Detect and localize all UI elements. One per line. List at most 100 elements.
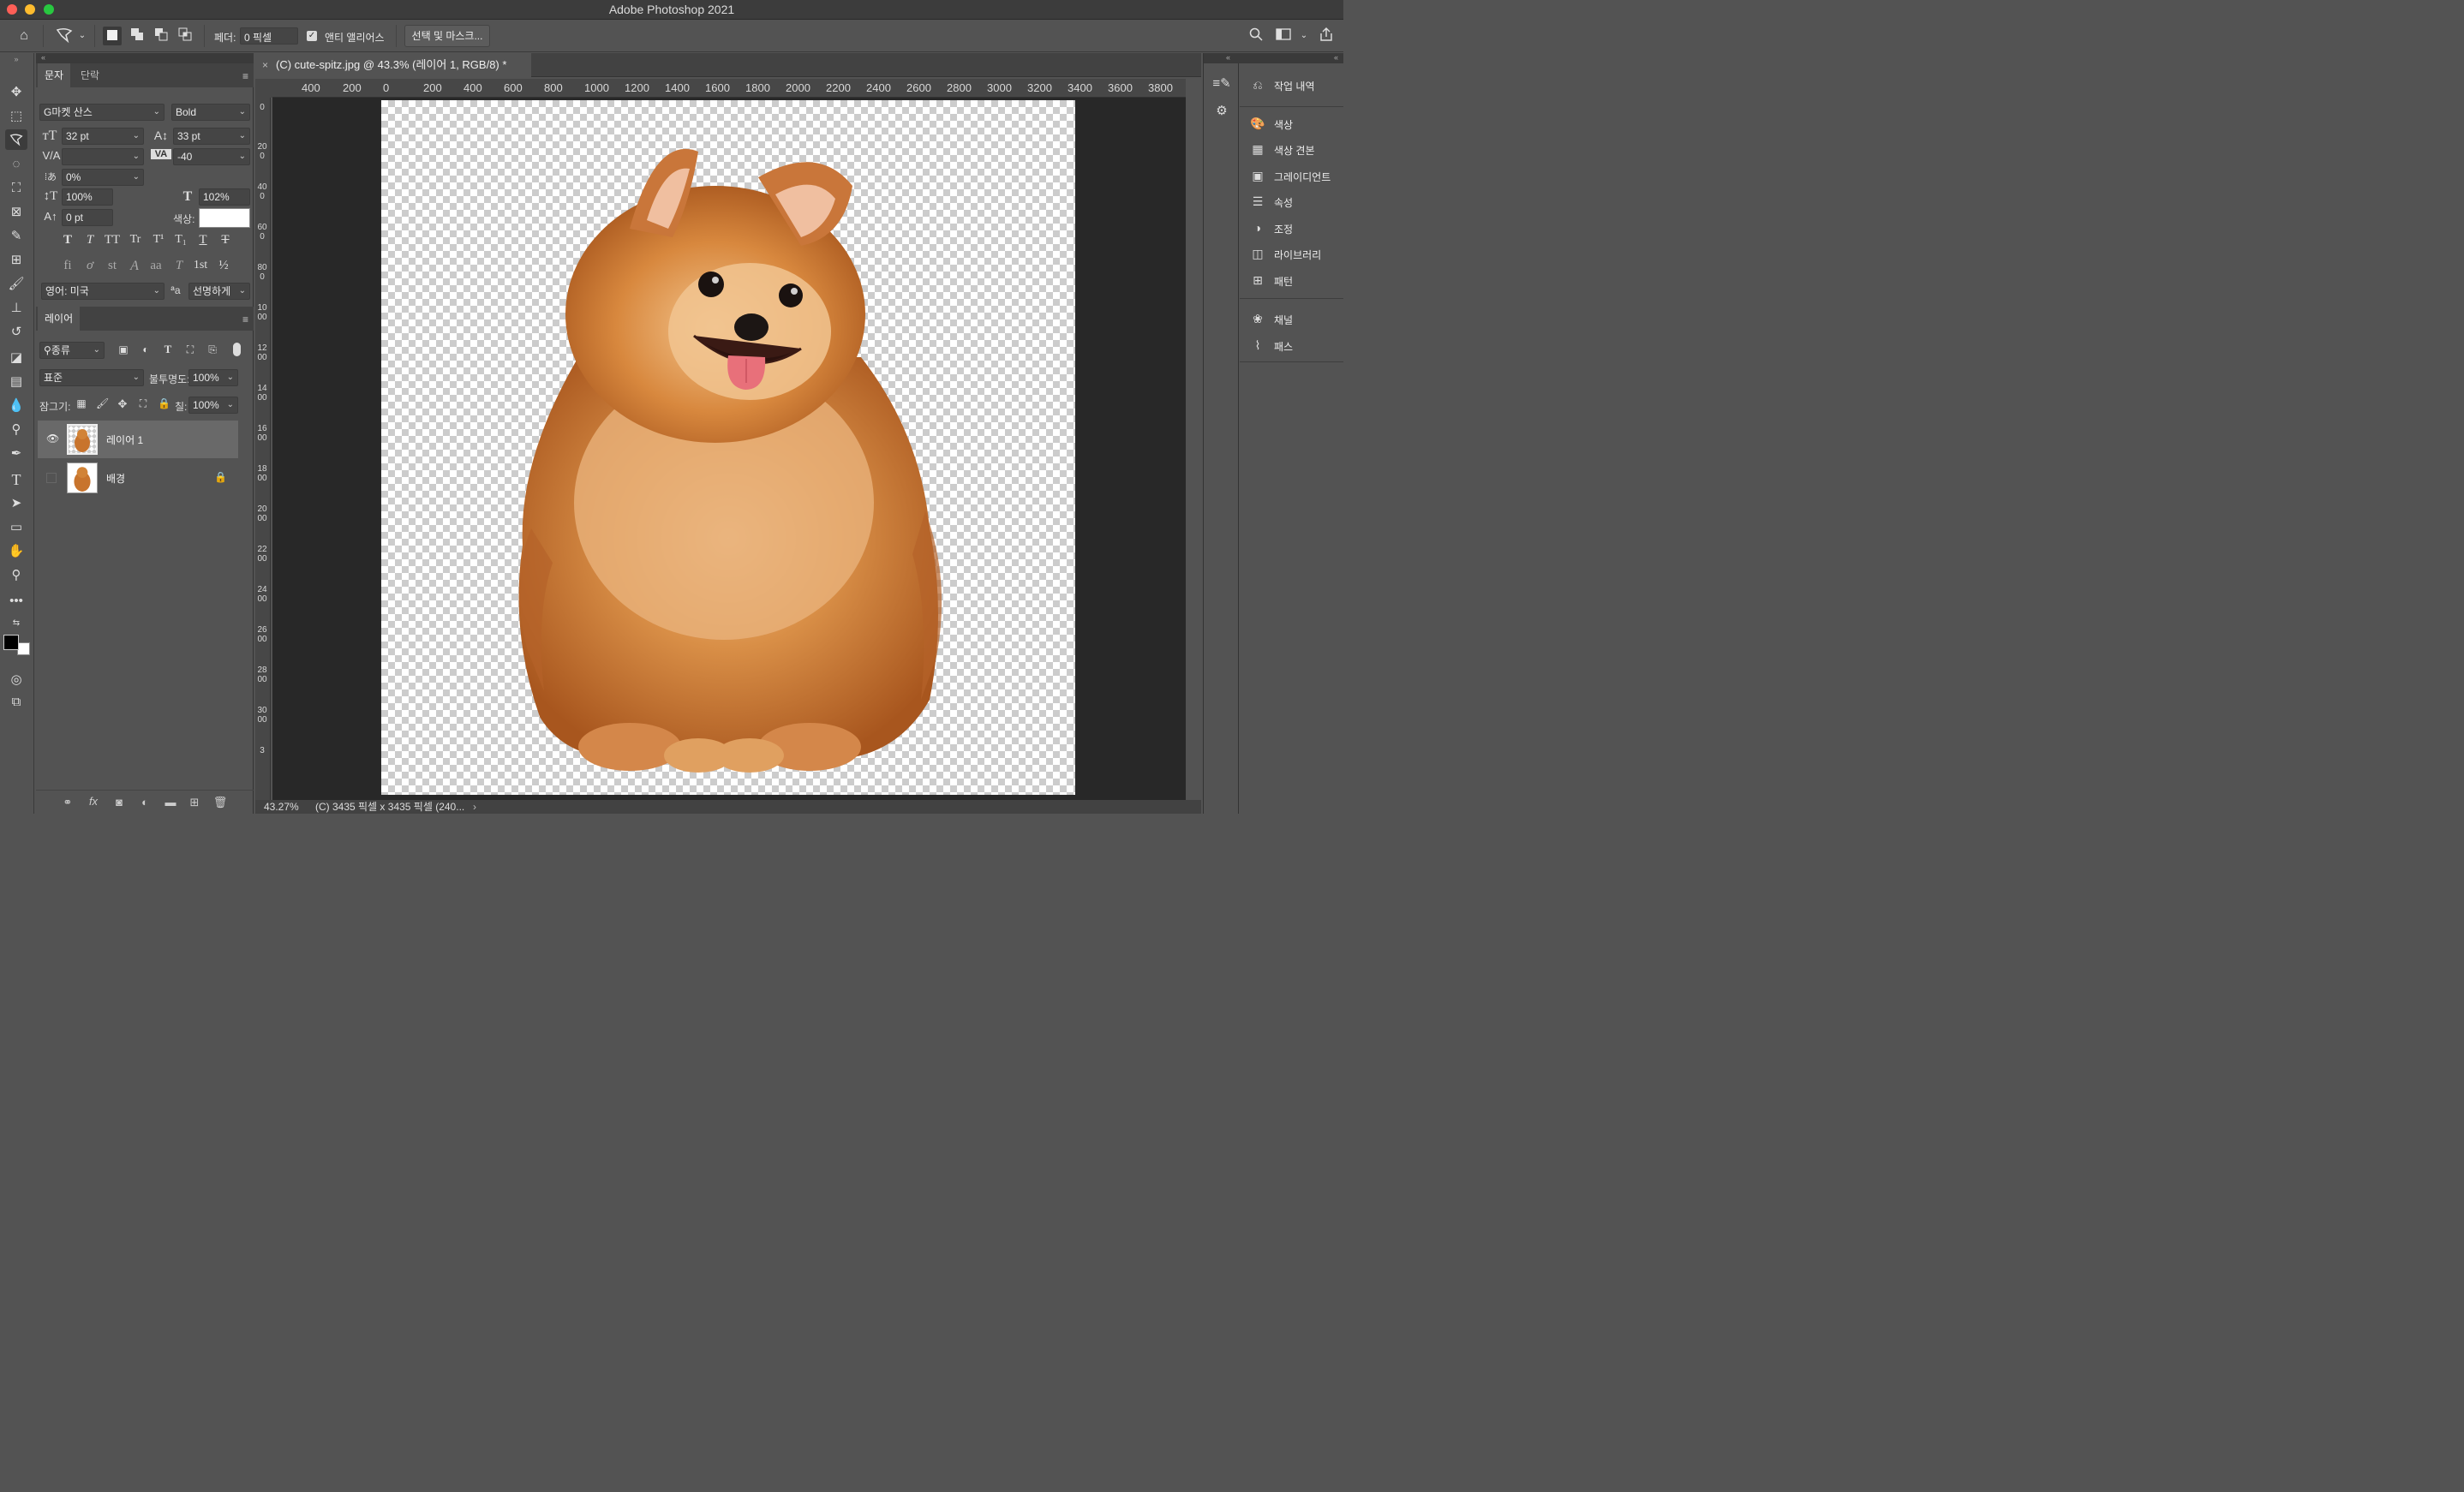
filter-smart-object-icon[interactable]: ⎘ — [206, 343, 219, 356]
tool-presets-icon[interactable]: ⚙ — [1212, 103, 1231, 118]
lock-position-icon[interactable]: ✥ — [117, 397, 129, 411]
filter-pixel-icon[interactable]: ▣ — [117, 343, 130, 355]
tab-paragraph[interactable]: 단락 — [74, 63, 106, 87]
antialias-method-select[interactable]: 선명하게 ⌄ — [188, 283, 250, 300]
leading-select[interactable]: 33 pt ⌄ — [173, 128, 250, 145]
fill-input[interactable]: 100% ⌄ — [188, 397, 238, 414]
panel-color[interactable]: 🎨 색상 — [1250, 115, 1339, 134]
baseline-shift-input[interactable]: 0 pt — [62, 209, 113, 226]
tool-preset-chevron-icon[interactable]: ⌄ — [77, 27, 87, 45]
link-layers-icon[interactable]: ⚭ — [60, 796, 75, 809]
discretionary-ligatures-button[interactable]: st — [105, 259, 120, 273]
horizontal-ruler[interactable]: 400 200 0 200 400 600 800 1000 1200 1400… — [272, 79, 1186, 98]
zoom-tool-icon[interactable]: ⚲ — [5, 565, 27, 586]
right-dock-collapse-icon[interactable]: « — [1334, 53, 1338, 62]
filter-toggle-icon[interactable] — [233, 343, 241, 356]
status-chevron-icon[interactable]: › — [473, 800, 476, 814]
delete-layer-icon[interactable]: 🗑 — [212, 796, 228, 809]
screen-mode-icon[interactable]: ⧉ — [5, 692, 27, 713]
all-caps-button[interactable]: TT — [103, 233, 122, 248]
ligatures-button[interactable]: fi — [60, 259, 75, 273]
lasso-tool-icon[interactable] — [5, 129, 27, 150]
path-selection-tool-icon[interactable]: ➤ — [5, 493, 27, 514]
panel-libraries[interactable]: ◫ 라이브러리 — [1250, 245, 1339, 264]
search-icon[interactable] — [1247, 27, 1265, 46]
tsume-select[interactable]: 0% ⌄ — [62, 169, 144, 186]
font-style-select[interactable]: Bold ⌄ — [171, 104, 250, 121]
layer-name[interactable]: 레이어 1 — [106, 433, 143, 447]
old-style-button[interactable]: ơ — [82, 259, 98, 273]
panel-adjustments[interactable]: ◑ 조정 — [1250, 219, 1339, 238]
marquee-tool-icon[interactable]: ⬚ — [5, 106, 27, 127]
filter-shape-icon[interactable]: ⛶ — [183, 343, 197, 356]
strikethrough-button[interactable]: T — [218, 233, 233, 248]
lock-transparent-icon[interactable]: ▦ — [75, 397, 87, 409]
home-icon[interactable]: ⌂ — [14, 27, 34, 45]
subtract-from-selection-icon[interactable] — [153, 27, 170, 46]
document-tab[interactable]: × (C) cute-spitz.jpg @ 43.3% (레이어 1, RGB… — [255, 53, 531, 77]
toolbar-collapse-icon[interactable]: » — [5, 55, 27, 63]
workspace-icon[interactable] — [1275, 27, 1292, 46]
blend-mode-select[interactable]: 표준 ⌄ — [39, 369, 144, 386]
pen-tool-icon[interactable]: ✒ — [5, 444, 27, 464]
lock-artboard-icon[interactable]: ⛶ — [137, 397, 149, 410]
panel-menu-icon[interactable]: ≡ — [242, 70, 248, 82]
gradient-tool-icon[interactable]: ▤ — [5, 372, 27, 392]
add-to-selection-icon[interactable] — [129, 27, 146, 46]
vertical-ruler[interactable]: 0 200 400 600 800 1000 1200 1400 1600 18… — [255, 98, 271, 800]
eyedropper-tool-icon[interactable]: ✎ — [5, 226, 27, 247]
superscript-button[interactable]: T¹ — [151, 233, 166, 247]
panel-properties[interactable]: ☰ 속성 — [1250, 193, 1339, 212]
document-canvas[interactable] — [381, 100, 1075, 795]
layer-name[interactable]: 배경 — [106, 471, 125, 486]
kerning-select[interactable]: ⌄ — [62, 148, 144, 165]
rectangle-tool-icon[interactable]: ▭ — [5, 517, 27, 538]
magnetic-lasso-tool-icon[interactable] — [53, 27, 75, 49]
new-group-icon[interactable]: ▬ — [163, 796, 178, 809]
type-tool-icon[interactable]: T — [5, 469, 27, 490]
antialias-checkbox[interactable]: ✓ — [307, 31, 317, 41]
filter-adjustment-icon[interactable]: ◐ — [139, 343, 153, 355]
healing-brush-tool-icon[interactable]: ⊞ — [5, 250, 27, 271]
vertical-scrollbar[interactable] — [1186, 79, 1201, 800]
panel-gradients[interactable]: ▣ 그레이디언트 — [1250, 167, 1339, 186]
panel-patterns[interactable]: ⊞ 패턴 — [1250, 272, 1339, 290]
horizontal-scale-input[interactable]: 102% — [199, 188, 250, 206]
feather-input[interactable]: 0 픽셀 — [240, 27, 298, 45]
panel-channels[interactable]: ❀ 채널 — [1250, 310, 1339, 329]
tracking-select[interactable]: -40 ⌄ — [173, 148, 250, 165]
dodge-tool-icon[interactable]: ⚲ — [5, 420, 27, 440]
quick-selection-tool-icon[interactable]: ◌ — [5, 154, 27, 175]
add-mask-icon[interactable]: ◙ — [111, 796, 127, 809]
text-color-swatch[interactable] — [199, 208, 250, 228]
zoom-level[interactable]: 43.27% — [264, 800, 299, 814]
intersect-selection-icon[interactable] — [176, 27, 194, 46]
layer-filter-kind-select[interactable]: ⚲종류 ⌄ — [39, 342, 105, 359]
layers-menu-icon[interactable]: ≡ — [242, 313, 248, 325]
lock-all-icon[interactable]: 🔒 — [158, 397, 170, 409]
brush-settings-icon[interactable]: ≡✎ — [1212, 75, 1231, 91]
layer-style-fx-icon[interactable]: fx — [86, 795, 101, 808]
faux-bold-button[interactable]: T — [60, 233, 75, 248]
subscript-button[interactable]: T₁ — [173, 233, 188, 247]
font-family-select[interactable]: G마켓 산스 ⌄ — [39, 104, 164, 121]
close-document-icon[interactable]: × — [262, 53, 268, 77]
tab-layers[interactable]: 레이어 — [38, 307, 81, 331]
history-brush-tool-icon[interactable]: ↺ — [5, 322, 27, 343]
foreground-color-swatch[interactable] — [3, 635, 19, 650]
panel-paths[interactable]: ⌇ 패스 — [1250, 337, 1339, 355]
vertical-scale-input[interactable]: 100% — [62, 188, 113, 206]
faux-italic-button[interactable]: T — [82, 233, 98, 248]
stylistic-alternates-button[interactable]: aa — [147, 259, 164, 273]
blur-tool-icon[interactable]: 💧 — [5, 396, 27, 416]
filter-type-icon[interactable]: T — [161, 343, 175, 356]
brush-tool-icon[interactable]: 🖌 — [5, 274, 27, 295]
workspace-chevron-icon[interactable]: ⌄ — [1299, 27, 1309, 45]
eraser-tool-icon[interactable]: ◪ — [5, 348, 27, 368]
visibility-eye-icon[interactable]: 👁 — [46, 433, 59, 445]
titling-alternates-button[interactable]: T — [171, 259, 187, 273]
layer-row-background[interactable]: 배경 🔒 — [38, 459, 238, 497]
dock-collapse-icon[interactable]: « — [1226, 53, 1230, 62]
quick-mask-icon[interactable]: ◎ — [5, 670, 27, 690]
visibility-toggle-empty[interactable] — [46, 473, 57, 483]
